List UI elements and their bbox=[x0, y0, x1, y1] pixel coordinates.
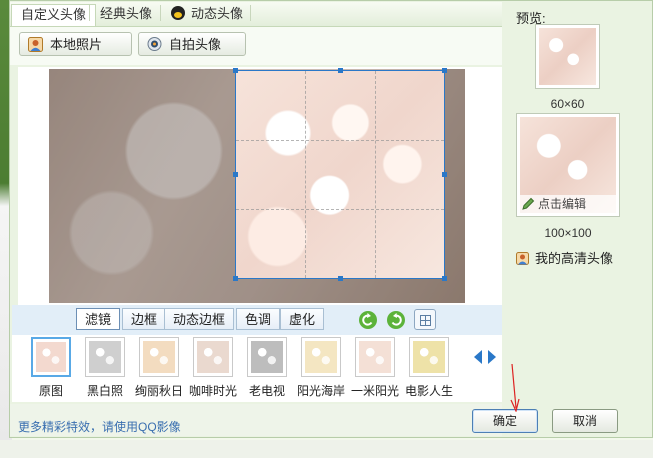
crop-handle-bottom[interactable] bbox=[338, 276, 343, 281]
crop-handle-top-right[interactable] bbox=[442, 68, 447, 73]
grid-toggle-icon[interactable] bbox=[414, 309, 436, 330]
cancel-label: 取消 bbox=[572, 414, 597, 428]
filter-label: 老电视 bbox=[248, 384, 285, 398]
filter-thumb[interactable] bbox=[139, 337, 179, 377]
local-photo-button[interactable]: 本地照片 bbox=[19, 32, 132, 56]
background-window-bottom bbox=[0, 440, 653, 458]
filter-thumb-image bbox=[143, 341, 175, 373]
filter-label: 电影人生 bbox=[404, 384, 453, 398]
filter-thumb[interactable] bbox=[85, 337, 125, 377]
ok-label: 确定 bbox=[492, 414, 517, 428]
crop-mask-right bbox=[445, 69, 465, 303]
filter-thumb-image bbox=[251, 341, 283, 373]
crop-handle-left[interactable] bbox=[233, 172, 238, 177]
crop-selection[interactable] bbox=[233, 68, 447, 281]
user-photo-icon bbox=[516, 252, 529, 265]
crop-handle-top-left[interactable] bbox=[233, 68, 238, 73]
cancel-button[interactable]: 取消 bbox=[552, 409, 618, 433]
rotate-right-icon[interactable] bbox=[386, 310, 406, 330]
tab-label: 滤镜 bbox=[85, 312, 112, 327]
selfie-button[interactable]: 自拍头像 bbox=[138, 32, 246, 56]
pencil-icon bbox=[522, 197, 535, 210]
tab-custom-avatar[interactable]: 自定义头像 bbox=[11, 4, 97, 26]
tab-label: 虚化 bbox=[289, 312, 316, 327]
preview-small-size: 60×60 bbox=[550, 97, 585, 111]
local-photo-label: 本地照片 bbox=[50, 37, 103, 52]
tab-divider bbox=[160, 5, 161, 21]
filter-thumb-image bbox=[89, 341, 121, 373]
crop-handle-bottom-right[interactable] bbox=[442, 276, 447, 281]
filter-label: 阳光海岸 bbox=[296, 384, 345, 398]
filter-thumb[interactable] bbox=[301, 337, 341, 377]
filter-label: 绚丽秋日 bbox=[134, 384, 183, 398]
filter-thumb-image bbox=[305, 341, 337, 373]
crop-handle-bottom-left[interactable] bbox=[233, 276, 238, 281]
crop-mask-left bbox=[49, 69, 235, 303]
tab-divider bbox=[89, 5, 90, 21]
crop-grid-line bbox=[236, 139, 444, 141]
tab-animated-border[interactable]: 动态边框 bbox=[164, 308, 235, 330]
my-hd-avatar-link[interactable]: 我的高清头像 bbox=[516, 248, 613, 267]
tab-label: 色调 bbox=[245, 312, 272, 327]
crop-grid-line bbox=[374, 71, 376, 278]
filter-label: 黑白照 bbox=[86, 384, 123, 398]
crop-grid-line bbox=[305, 71, 307, 278]
tab-classic-avatar[interactable]: 经典头像 bbox=[91, 4, 161, 24]
crop-grid-line bbox=[236, 208, 444, 210]
more-effects-link[interactable]: 更多精彩特效，请使用QQ影像 bbox=[18, 418, 181, 435]
scroll-right-icon[interactable] bbox=[488, 350, 496, 364]
rotate-left-icon[interactable] bbox=[358, 310, 378, 330]
filter-thumb-image bbox=[197, 341, 229, 373]
filter-thumb[interactable] bbox=[247, 337, 287, 377]
filter-label: 咖啡时光 bbox=[188, 384, 237, 398]
click-to-edit[interactable]: 点击编辑 bbox=[520, 195, 617, 213]
ok-button[interactable]: 确定 bbox=[472, 409, 538, 433]
crop-mask-bottom bbox=[235, 279, 445, 303]
crop-handle-top[interactable] bbox=[338, 68, 343, 73]
filter-thumb-image bbox=[359, 341, 391, 373]
filter-thumb[interactable] bbox=[31, 337, 71, 377]
filter-thumb-image bbox=[413, 341, 445, 373]
filter-thumb-image bbox=[36, 342, 66, 372]
preview-large-size: 100×100 bbox=[544, 226, 592, 240]
click-to-edit-label: 点击编辑 bbox=[538, 197, 587, 211]
filter-thumb[interactable] bbox=[409, 337, 449, 377]
tab-label: 边框 bbox=[131, 312, 158, 327]
tab-tone[interactable]: 色调 bbox=[236, 308, 281, 330]
selfie-label: 自拍头像 bbox=[169, 37, 222, 52]
filter-thumb[interactable] bbox=[355, 337, 395, 377]
webcam-icon bbox=[147, 37, 162, 51]
tab-border[interactable]: 边框 bbox=[122, 308, 167, 330]
tab-label: 自定义头像 bbox=[21, 7, 87, 22]
filter-label: 一米阳光 bbox=[350, 384, 399, 398]
tab-label: 经典头像 bbox=[100, 6, 153, 21]
tab-label: 动态边框 bbox=[173, 312, 226, 327]
filter-thumb[interactable] bbox=[193, 337, 233, 377]
tab-label: 动态头像 bbox=[191, 6, 244, 21]
tab-filter[interactable]: 滤镜 bbox=[76, 308, 121, 330]
crop-handle-right[interactable] bbox=[442, 172, 447, 177]
preview-small-image bbox=[539, 28, 596, 85]
pointer-arrow-annotation bbox=[510, 364, 520, 412]
hd-avatar-label: 我的高清头像 bbox=[535, 251, 614, 266]
tab-divider bbox=[250, 5, 251, 21]
tab-blur[interactable]: 虚化 bbox=[280, 308, 325, 330]
user-photo-icon bbox=[28, 37, 43, 52]
qq-penguin-icon bbox=[171, 6, 185, 20]
filter-label: 原图 bbox=[38, 384, 63, 398]
scroll-left-icon[interactable] bbox=[474, 350, 482, 364]
tab-animated-avatar[interactable]: 动态头像 bbox=[162, 4, 252, 24]
preview-small bbox=[535, 24, 600, 89]
